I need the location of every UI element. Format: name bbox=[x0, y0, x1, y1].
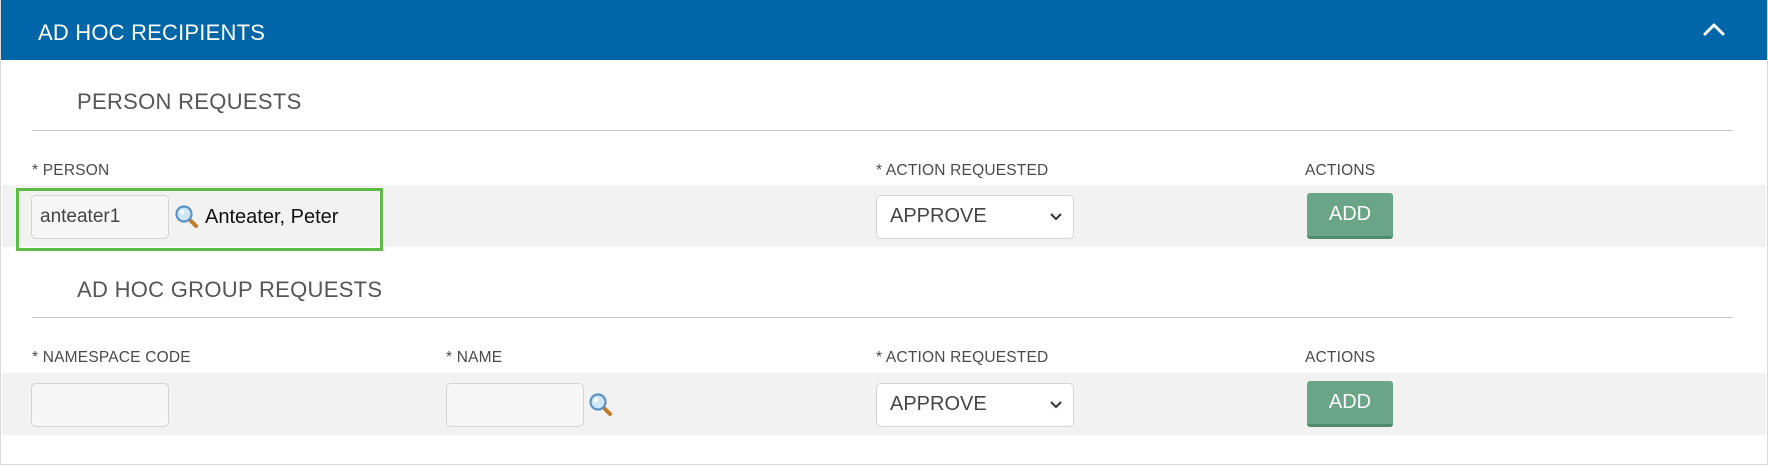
chevron-down-icon bbox=[1050, 401, 1062, 409]
group-actions-label: ACTIONS bbox=[1305, 349, 1376, 366]
group-action-value: APPROVE bbox=[890, 393, 987, 415]
action-requested-label: * ACTION REQUESTED bbox=[876, 162, 1049, 179]
add-group-button[interactable]: ADD bbox=[1307, 381, 1393, 427]
group-name-input[interactable] bbox=[446, 383, 584, 427]
section-divider bbox=[32, 130, 1733, 131]
panel-header: AD HOC RECIPIENTS bbox=[1, 0, 1767, 60]
person-action-value: APPROVE bbox=[890, 205, 987, 227]
person-label: * PERSON bbox=[32, 162, 110, 179]
chevron-up-icon bbox=[1703, 23, 1725, 36]
group-action-select[interactable]: APPROVE bbox=[876, 383, 1074, 427]
actions-label: ACTIONS bbox=[1305, 162, 1376, 179]
ad-hoc-recipients-panel: AD HOC RECIPIENTS PERSON REQUESTS * PERS… bbox=[0, 0, 1768, 465]
section-divider bbox=[32, 317, 1733, 318]
group-action-requested-label: * ACTION REQUESTED bbox=[876, 349, 1049, 366]
person-action-select[interactable]: APPROVE bbox=[876, 195, 1074, 239]
add-person-button[interactable]: ADD bbox=[1307, 193, 1393, 239]
chevron-down-icon bbox=[1050, 213, 1062, 221]
person-requests-title: PERSON REQUESTS bbox=[77, 89, 302, 114]
group-lookup-button[interactable] bbox=[588, 392, 614, 418]
namespace-code-input[interactable] bbox=[31, 383, 169, 427]
namespace-code-label: * NAMESPACE CODE bbox=[32, 349, 191, 366]
name-label: * NAME bbox=[446, 349, 503, 366]
magnifier-icon bbox=[589, 393, 612, 416]
person-field-highlight bbox=[16, 188, 383, 251]
panel-title: AD HOC RECIPIENTS bbox=[38, 20, 266, 45]
collapse-button[interactable] bbox=[1699, 14, 1729, 44]
group-requests-title: AD HOC GROUP REQUESTS bbox=[77, 277, 383, 302]
